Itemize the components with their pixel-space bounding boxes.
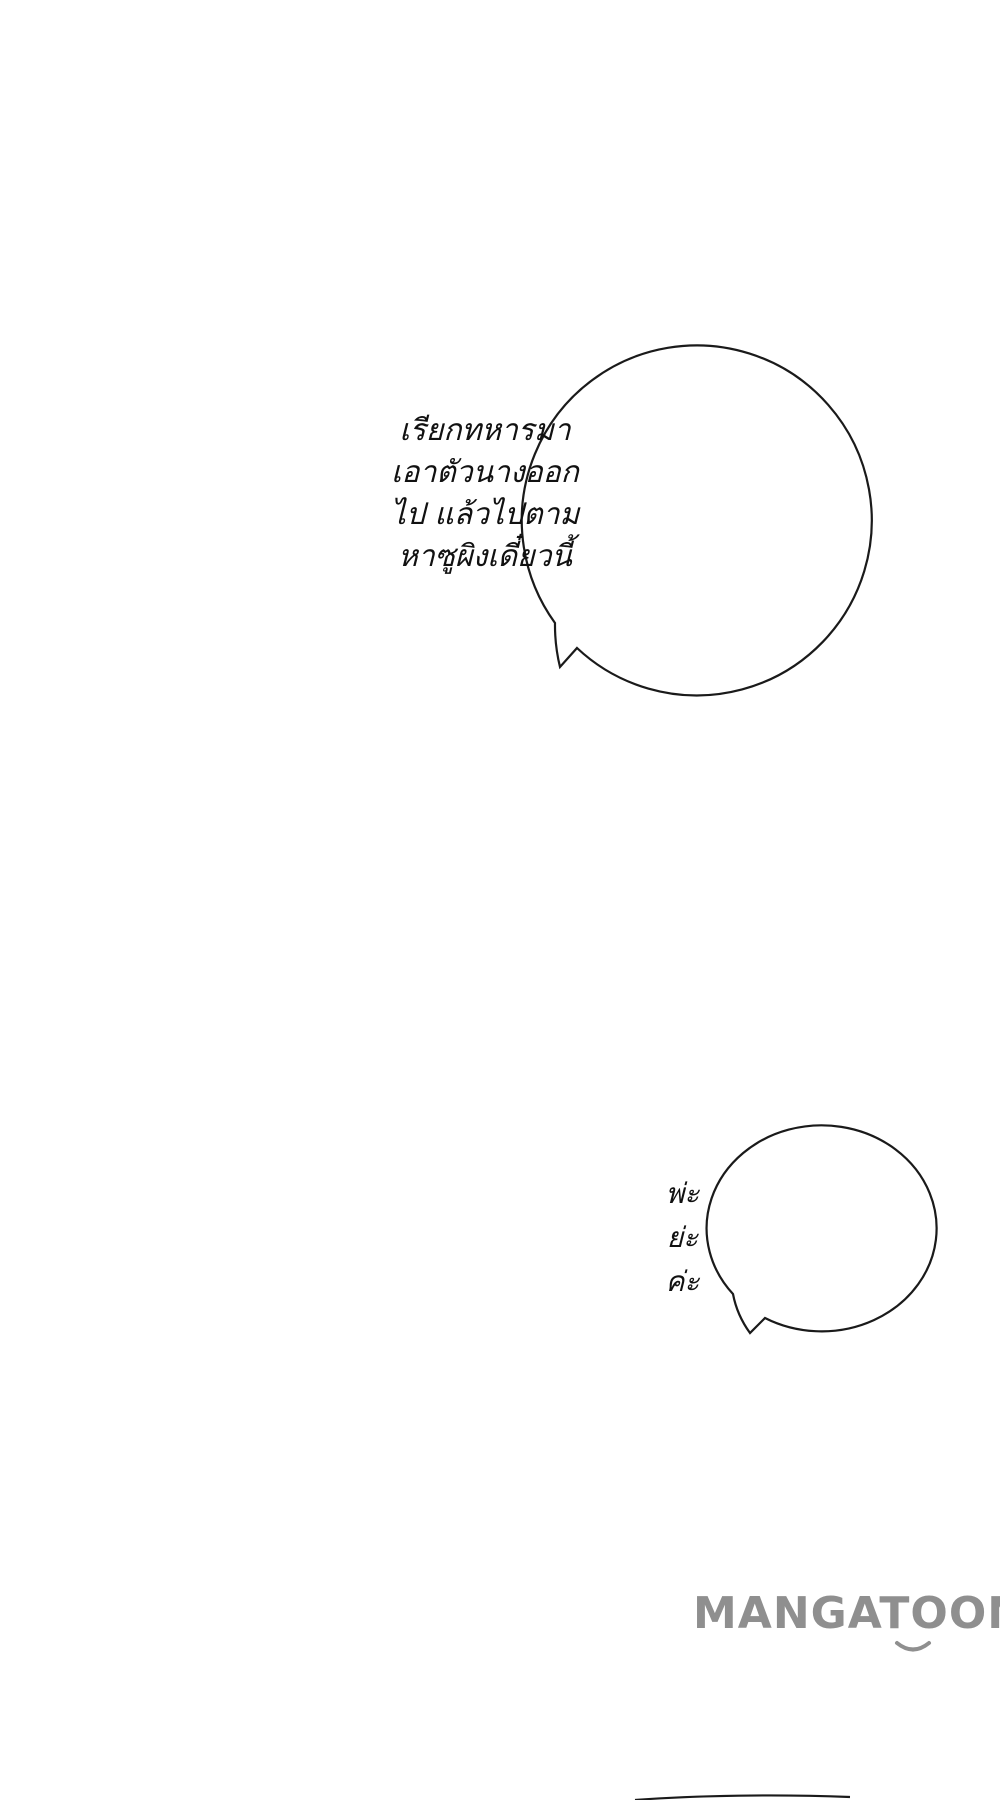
speech-line: เรียกทหารมา bbox=[399, 413, 571, 448]
speech-line: ไป แล้วไปตาม bbox=[390, 497, 580, 532]
comic-page: เรียกทหารมา เอาตัวนางออก ไป แล้วไปตาม หา… bbox=[0, 0, 1000, 1800]
mangatoon-watermark: MANGATOON bbox=[693, 1588, 1000, 1678]
watermark-logo-text: MANGATOON bbox=[693, 1588, 1000, 1639]
speech-line: พ่ะ bbox=[665, 1177, 700, 1210]
speech-line: ค่ะ bbox=[665, 1265, 700, 1298]
speech-bubble-3-outline bbox=[634, 1794, 851, 1800]
speech-bubbles-layer bbox=[520, 344, 938, 1800]
speech-bubble-1-text: เรียกทหารมา เอาตัวนางออก ไป แล้วไปตาม หา… bbox=[320, 410, 650, 578]
speech-bubble-2-text: พ่ะ ย่ะ ค่ะ bbox=[600, 1172, 765, 1304]
speech-line: ย่ะ bbox=[666, 1221, 699, 1254]
smile-icon bbox=[895, 1641, 931, 1652]
speech-line: หาซูผิงเดี๋ยวนี้ bbox=[398, 539, 572, 574]
speech-line: เอาตัวนางออก bbox=[391, 455, 579, 490]
